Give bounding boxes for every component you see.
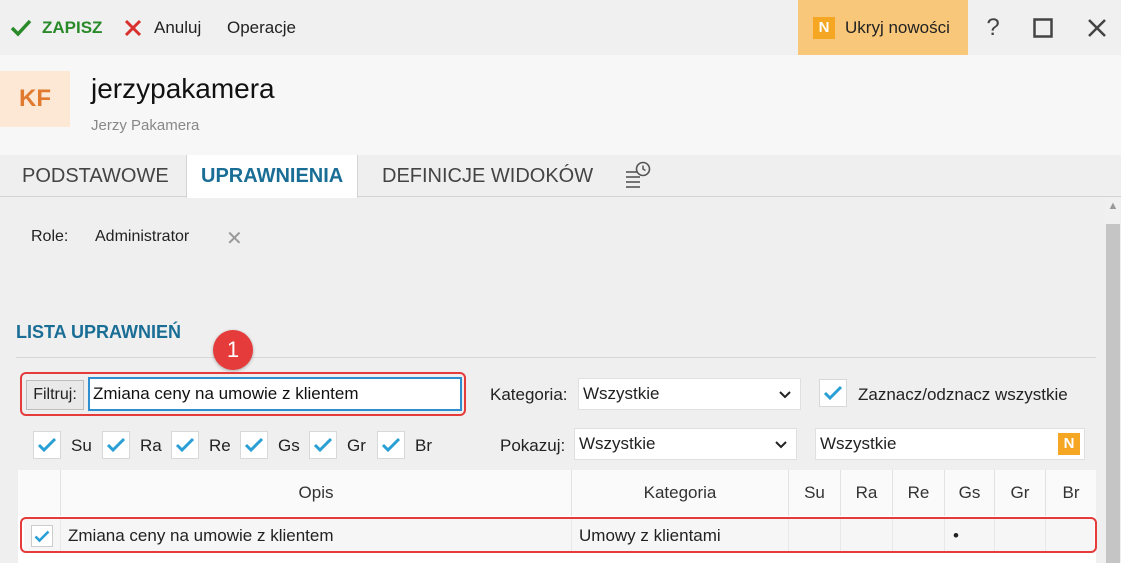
avatar: KF: [0, 71, 70, 127]
flag-gs-checkbox[interactable]: [240, 431, 268, 459]
select-all-label: Zaznacz/odznacz wszystkie: [858, 385, 1068, 404]
news-badge-icon: N: [813, 16, 835, 39]
save-label: ZAPISZ: [42, 17, 103, 37]
flag-ra-checkbox[interactable]: [102, 431, 130, 459]
news-filter-select[interactable]: Wszystkie N: [815, 428, 1085, 460]
checkmark-icon: [37, 437, 57, 453]
highlight-table-row: [20, 517, 1097, 553]
tab-definicje-widokow[interactable]: DEFINICJE WIDOKÓW: [382, 155, 593, 197]
table-header-checkbox-col: [18, 470, 61, 516]
annotation-marker-1: 1: [213, 330, 253, 370]
close-window-icon: [1088, 18, 1106, 37]
category-select-value: Wszystkie: [583, 384, 660, 403]
table-header-ra[interactable]: Ra: [841, 470, 893, 516]
flag-su-label: Su: [71, 436, 92, 455]
flag-gr-checkbox[interactable]: [309, 431, 337, 459]
maximize-button[interactable]: [1023, 0, 1063, 55]
filter-input[interactable]: [88, 377, 462, 411]
close-window-button[interactable]: [1077, 0, 1117, 55]
tab-podstawowe[interactable]: PODSTAWOWE: [22, 155, 169, 197]
close-icon: [124, 19, 142, 36]
flag-br-label: Br: [415, 436, 432, 455]
checkmark-icon: [244, 437, 264, 453]
user-login: jerzypakamera: [91, 73, 275, 104]
operations-label: Operacje: [227, 17, 296, 37]
category-select[interactable]: Wszystkie: [578, 378, 801, 410]
news-badge-icon: N: [1058, 433, 1080, 455]
table-header-br[interactable]: Br: [1046, 470, 1096, 516]
checkmark-icon: [175, 437, 195, 453]
cancel-label: Anuluj: [154, 17, 202, 37]
checkmark-icon: [381, 437, 401, 453]
tab-bar: PODSTAWOWE UPRAWNIENIA DEFINICJE WIDOKÓW: [0, 155, 1121, 198]
category-label: Kategoria:: [490, 385, 568, 404]
chevron-down-icon: [779, 391, 791, 399]
role-value: Administrator: [95, 228, 190, 245]
select-all-checkbox[interactable]: [819, 379, 847, 407]
user-full-name: Jerzy Pakamera: [91, 117, 200, 134]
flag-ra-label: Ra: [140, 436, 162, 455]
table-header-kategoria[interactable]: Kategoria: [572, 470, 789, 516]
history-list-icon[interactable]: [624, 161, 652, 189]
section-title: LISTA UPRAWNIEŃ: [16, 322, 181, 342]
scrollbar-thumb[interactable]: [1106, 224, 1120, 563]
help-button[interactable]: ?: [973, 0, 1013, 55]
flag-gs-label: Gs: [278, 436, 300, 455]
table-header-gs[interactable]: Gs: [945, 470, 995, 516]
maximize-icon: [1033, 17, 1053, 38]
table-header-re[interactable]: Re: [893, 470, 945, 516]
role-label: Role:: [31, 228, 69, 245]
user-header: KF jerzypakamera Jerzy Pakamera: [0, 55, 1121, 155]
cancel-button[interactable]: Anuluj: [124, 0, 201, 55]
tab-uprawnienia[interactable]: UPRAWNIENIA: [186, 155, 359, 198]
hide-news-label: Ukryj nowości: [845, 17, 950, 37]
scroll-up-arrow-icon[interactable]: ▲: [1105, 200, 1121, 220]
show-select-value: Wszystkie: [579, 434, 656, 453]
checkmark-icon: [313, 437, 333, 453]
operations-menu[interactable]: Operacje: [227, 0, 296, 55]
flag-re-checkbox[interactable]: [171, 431, 199, 459]
remove-role-icon[interactable]: ✕: [226, 226, 243, 251]
checkmark-icon: [106, 437, 126, 453]
table-header-opis[interactable]: Opis: [61, 470, 572, 516]
section-divider: [16, 357, 1096, 358]
hide-news-button[interactable]: N Ukryj nowości: [798, 0, 968, 55]
toolbar: ZAPISZ Anuluj Operacje N Ukryj nowości ?: [0, 0, 1121, 55]
news-filter-value: Wszystkie: [820, 434, 897, 453]
flag-gr-label: Gr: [347, 436, 366, 455]
save-button[interactable]: ZAPISZ: [10, 0, 102, 55]
flag-su-checkbox[interactable]: [33, 431, 61, 459]
show-select[interactable]: Wszystkie: [574, 428, 797, 460]
flag-br-checkbox[interactable]: [377, 431, 405, 459]
table-header-gr[interactable]: Gr: [995, 470, 1046, 516]
flag-re-label: Re: [209, 436, 231, 455]
show-label: Pokazuj:: [500, 436, 566, 455]
chevron-down-icon: [775, 441, 787, 449]
table-header-su[interactable]: Su: [789, 470, 841, 516]
checkmark-icon: [823, 385, 843, 401]
checkmark-icon: [10, 19, 32, 37]
filter-label: Filtruj:: [26, 380, 84, 410]
